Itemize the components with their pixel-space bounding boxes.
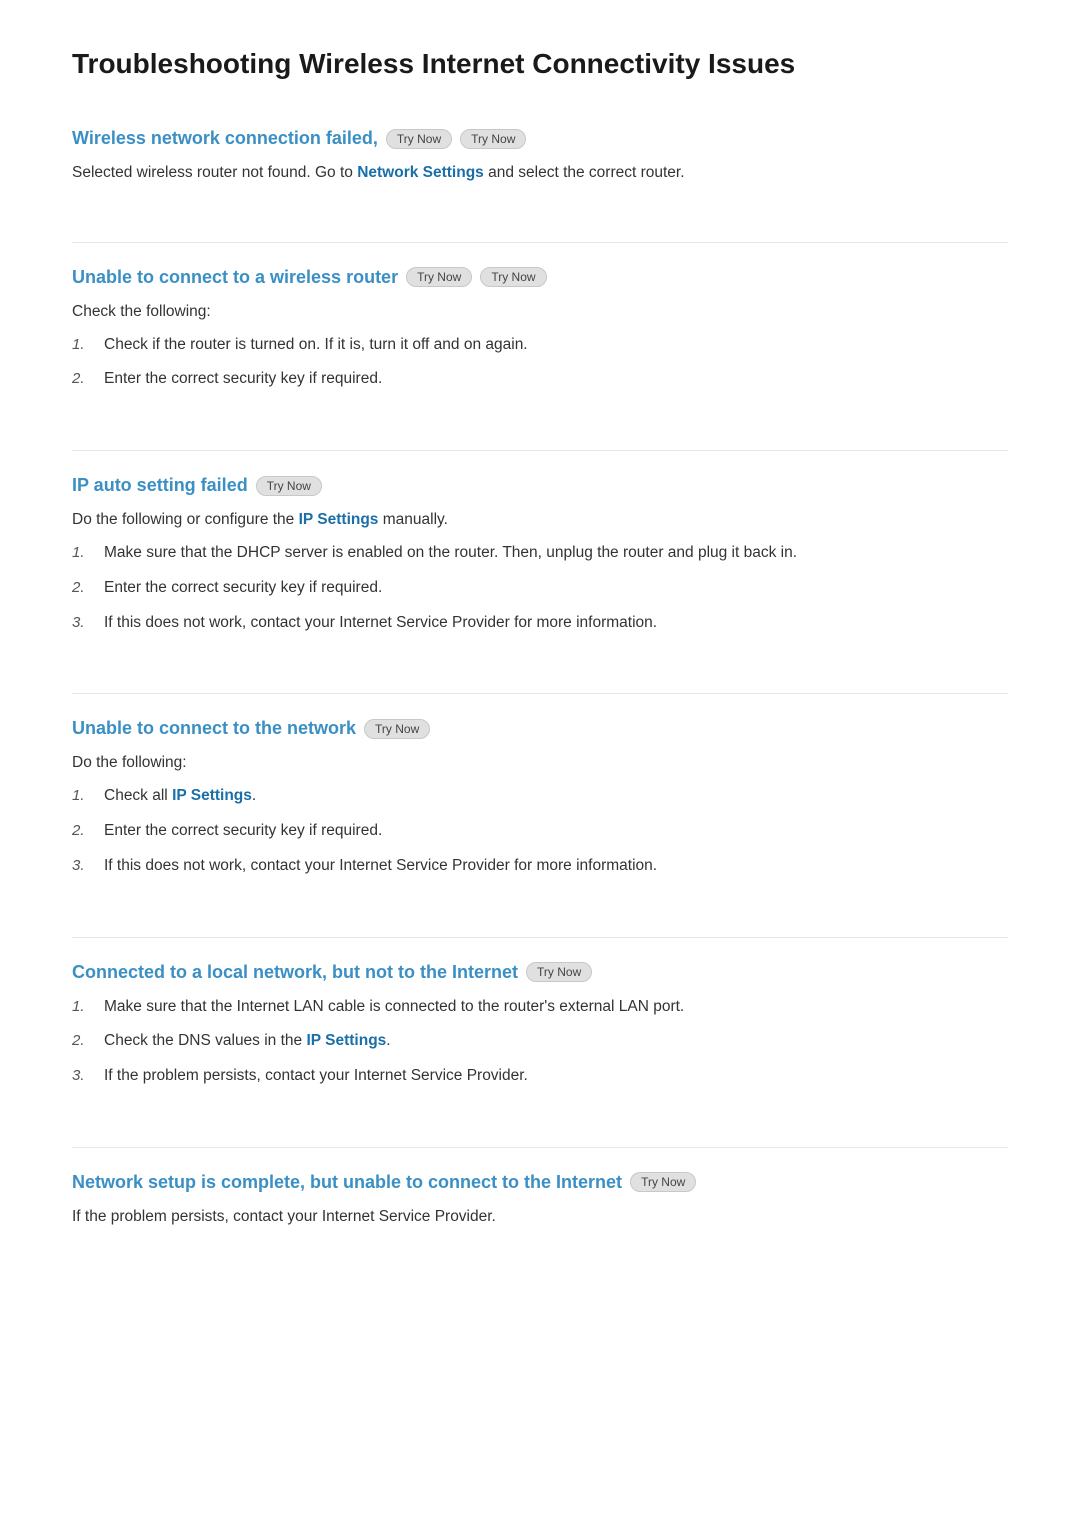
try-now-btn-wireless-failed-2[interactable]: Try Now xyxy=(460,129,526,149)
list-item: 2. Enter the correct security key if req… xyxy=(72,367,1008,392)
try-now-btn-local-not-internet-1[interactable]: Try Now xyxy=(526,962,592,982)
divider-1 xyxy=(72,242,1008,243)
unable-network-intro: Do the following: xyxy=(72,751,1008,776)
list-item: 3. If this does not work, contact your I… xyxy=(72,611,1008,636)
unable-router-intro: Check the following: xyxy=(72,300,1008,325)
list-item: 3. If this does not work, contact your I… xyxy=(72,854,1008,879)
network-settings-link[interactable]: Network Settings xyxy=(357,164,484,181)
section-body-setup-complete: If the problem persists, contact your In… xyxy=(72,1205,1008,1230)
divider-4 xyxy=(72,937,1008,938)
page-title: Troubleshooting Wireless Internet Connec… xyxy=(72,48,1008,92)
divider-3 xyxy=(72,693,1008,694)
list-item: 1. Make sure that the DHCP server is ena… xyxy=(72,541,1008,566)
section-body-local-not-internet: 1. Make sure that the Internet LAN cable… xyxy=(72,995,1008,1089)
try-now-btn-setup-complete-1[interactable]: Try Now xyxy=(630,1172,696,1192)
section-heading-unable-network: Unable to connect to the network xyxy=(72,718,356,739)
try-now-btn-ip-auto-1[interactable]: Try Now xyxy=(256,476,322,496)
ip-settings-link-2[interactable]: IP Settings xyxy=(172,787,252,804)
ip-auto-list: 1. Make sure that the DHCP server is ena… xyxy=(72,541,1008,635)
section-local-not-internet: Connected to a local network, but not to… xyxy=(72,962,1008,1111)
setup-complete-text: If the problem persists, contact your In… xyxy=(72,1205,1008,1230)
list-item: 2. Enter the correct security key if req… xyxy=(72,819,1008,844)
section-body-wireless-failed: Selected wireless router not found. Go t… xyxy=(72,161,1008,186)
unable-network-list: 1. Check all IP Settings. 2. Enter the c… xyxy=(72,784,1008,878)
ip-settings-link-1[interactable]: IP Settings xyxy=(299,511,379,528)
ip-settings-link-3[interactable]: IP Settings xyxy=(306,1032,386,1049)
try-now-btn-wireless-failed-1[interactable]: Try Now xyxy=(386,129,452,149)
section-title-unable-wireless-router: Unable to connect to a wireless router T… xyxy=(72,267,1008,288)
list-item: 3. If the problem persists, contact your… xyxy=(72,1064,1008,1089)
ip-auto-intro: Do the following or configure the IP Set… xyxy=(72,508,1008,533)
section-title-setup-complete: Network setup is complete, but unable to… xyxy=(72,1172,1008,1193)
local-not-internet-list: 1. Make sure that the Internet LAN cable… xyxy=(72,995,1008,1089)
section-body-unable-network: Do the following: 1. Check all IP Settin… xyxy=(72,751,1008,878)
section-ip-auto-failed: IP auto setting failed Try Now Do the fo… xyxy=(72,475,1008,657)
section-heading-local-not-internet: Connected to a local network, but not to… xyxy=(72,962,518,983)
section-heading-setup-complete: Network setup is complete, but unable to… xyxy=(72,1172,622,1193)
divider-5 xyxy=(72,1147,1008,1148)
list-item: 1. Check if the router is turned on. If … xyxy=(72,333,1008,358)
section-setup-complete: Network setup is complete, but unable to… xyxy=(72,1172,1008,1250)
try-now-btn-unable-network-1[interactable]: Try Now xyxy=(364,719,430,739)
list-item: 1. Check all IP Settings. xyxy=(72,784,1008,809)
divider-2 xyxy=(72,450,1008,451)
section-title-unable-network: Unable to connect to the network Try Now xyxy=(72,718,1008,739)
wireless-failed-text: Selected wireless router not found. Go t… xyxy=(72,161,1008,186)
section-heading-wireless-failed: Wireless network connection failed, xyxy=(72,128,378,149)
section-body-unable-wireless-router: Check the following: 1. Check if the rou… xyxy=(72,300,1008,392)
section-body-ip-auto-failed: Do the following or configure the IP Set… xyxy=(72,508,1008,635)
section-unable-network: Unable to connect to the network Try Now… xyxy=(72,718,1008,900)
try-now-btn-unable-router-1[interactable]: Try Now xyxy=(406,267,472,287)
section-heading-ip-auto-failed: IP auto setting failed xyxy=(72,475,248,496)
list-item: 1. Make sure that the Internet LAN cable… xyxy=(72,995,1008,1020)
list-item: 2. Check the DNS values in the IP Settin… xyxy=(72,1029,1008,1054)
section-title-ip-auto-failed: IP auto setting failed Try Now xyxy=(72,475,1008,496)
section-wireless-failed: Wireless network connection failed, Try … xyxy=(72,128,1008,206)
section-heading-unable-wireless-router: Unable to connect to a wireless router xyxy=(72,267,398,288)
list-item: 2. Enter the correct security key if req… xyxy=(72,576,1008,601)
section-title-wireless-failed: Wireless network connection failed, Try … xyxy=(72,128,1008,149)
unable-router-list: 1. Check if the router is turned on. If … xyxy=(72,333,1008,393)
section-unable-wireless-router: Unable to connect to a wireless router T… xyxy=(72,267,1008,414)
section-title-local-not-internet: Connected to a local network, but not to… xyxy=(72,962,1008,983)
try-now-btn-unable-router-2[interactable]: Try Now xyxy=(480,267,546,287)
